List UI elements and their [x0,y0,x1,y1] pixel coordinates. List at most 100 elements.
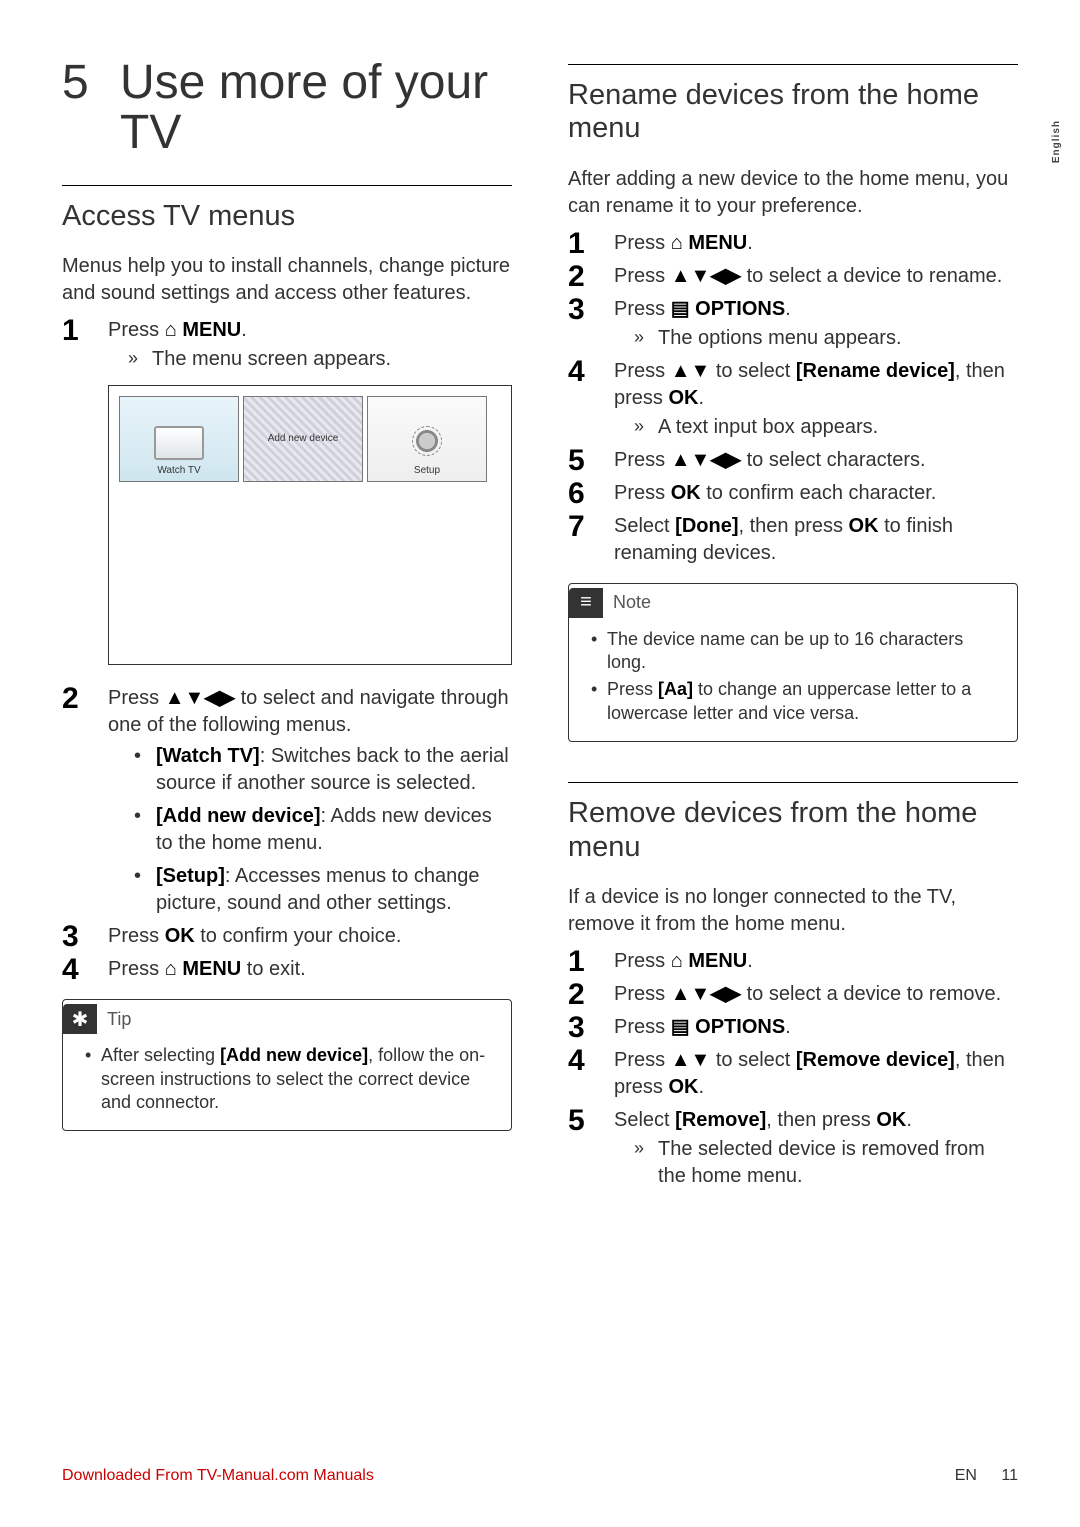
note-item: Press [Aa] to change an uppercase letter… [591,678,1003,725]
intro-text: Menus help you to install channels, chan… [62,253,512,307]
text: Press [108,925,165,947]
step-1: Press ⌂ MENU. » The menu screen appears.… [62,317,512,665]
text: . [747,232,753,254]
language-tab: English [1051,120,1062,163]
note-icon: ≡ [569,588,603,618]
text: Press [614,482,671,504]
home-icon: ⌂ [671,950,683,972]
updown-icons: ▲▼ [671,1049,711,1071]
ok-label: OK [165,925,195,947]
menu-label: MENU [683,232,747,254]
options-icon: ▤ [671,298,690,320]
section-rule [568,782,1018,783]
step-2: Press ▲▼◀▶ to select a device to rename. [568,263,1018,290]
text: Press [108,319,165,341]
result-marker: » [128,346,138,373]
bold-text: [Remove device] [796,1049,955,1071]
nav-icons: ▲▼◀▶ [671,983,741,1005]
text: . [785,298,791,320]
text: to confirm your choice. [195,925,402,947]
text: . [906,1109,912,1131]
text: , then press [738,515,848,537]
step-result: »The selected device is removed from the… [614,1136,1018,1190]
step-result: » The menu screen appears. [108,346,512,373]
remove-steps: Press ⌂ MENU. Press ▲▼◀▶ to select a dev… [568,948,1018,1190]
option-label: [Add new device] [156,805,320,827]
step-4: Press ▲▼ to select [Remove device], then… [568,1047,1018,1101]
nav-icons: ▲▼◀▶ [671,449,741,471]
text: Select [614,1109,675,1131]
bold-text: [Rename device] [796,360,955,382]
text: Press [614,1016,671,1038]
step-result: »A text input box appears. [614,414,1018,441]
home-icon: ⌂ [165,319,177,341]
note-item: The device name can be up to 16 characte… [591,628,1003,675]
chapter-number: 5 [62,58,120,159]
nav-icons: ▲▼◀▶ [671,265,741,287]
section-rule [568,64,1018,65]
section-rule [62,185,512,186]
note-header: ≡ Note [569,584,1017,624]
chapter-title: 5 Use more of your TV [62,58,512,159]
text: Press [614,360,671,382]
text: . [785,1016,791,1038]
tip-body: After selecting [Add new device], follow… [63,1040,511,1130]
ok-label: OK [668,387,698,409]
option-label: [Watch TV] [156,745,260,767]
tip-title: Tip [107,1009,131,1030]
step-3: Press ▤ OPTIONS. [568,1014,1018,1041]
text: to confirm each character. [701,482,937,504]
text: to select a device to remove. [741,983,1001,1005]
ok-label: OK [849,515,879,537]
step-result: »The options menu appears. [614,325,1018,352]
ok-label: OK [668,1076,698,1098]
access-steps: Press ⌂ MENU. » The menu screen appears.… [62,317,512,983]
step-6: Press OK to confirm each character. [568,480,1018,507]
section-remove: Remove devices from the home menu [568,797,1018,864]
text: . [698,387,704,409]
step-4: Press ▲▼ to select [Rename device], then… [568,358,1018,441]
right-column: Rename devices from the home menu After … [568,58,1018,1206]
note-box: ≡ Note The device name can be up to 16 c… [568,583,1018,743]
updown-icons: ▲▼ [671,360,711,382]
result-text: The options menu appears. [658,325,902,352]
lang-code: EN [955,1467,977,1484]
text: After selecting [101,1045,220,1065]
list-item: [Setup]: Accesses menus to change pictur… [128,863,512,917]
menu-label: MENU [177,958,241,980]
step-2: Press ▲▼◀▶ to select a device to remove. [568,981,1018,1008]
tile-add-device: Add new device [243,396,363,482]
tip-box: ✱ Tip After selecting [Add new device], … [62,999,512,1131]
tip-item: After selecting [Add new device], follow… [85,1044,497,1114]
bold-text: [Aa] [658,679,693,699]
menu-options-list: [Watch TV]: Switches back to the aerial … [108,743,512,917]
text: Press [614,449,671,471]
text: . [698,1076,704,1098]
tv-icon [154,426,204,460]
bold-text: [Add new device] [220,1045,368,1065]
tv-menu-screenshot: Watch TV Add new device Setup [108,385,512,665]
home-icon: ⌂ [671,232,683,254]
result-marker: » [634,1136,644,1190]
gear-icon [412,426,442,456]
step-3: Press ▤ OPTIONS. »The options menu appea… [568,296,1018,352]
text: Press [614,983,671,1005]
text: Press [614,298,671,320]
text: Press [108,958,165,980]
list-item: [Watch TV]: Switches back to the aerial … [128,743,512,797]
text: Press [614,232,671,254]
tile-watch-tv: Watch TV [119,396,239,482]
step-1: Press ⌂ MENU. [568,230,1018,257]
option-label: [Setup] [156,865,225,887]
rename-intro: After adding a new device to the home me… [568,166,1018,220]
text: Press [614,265,671,287]
text: . [747,950,753,972]
text: Press [614,1049,671,1071]
bold-text: [Remove] [675,1109,766,1131]
tile-label: Setup [414,464,440,478]
text: to select characters. [741,449,926,471]
result-text: A text input box appears. [658,414,878,441]
text: Press [108,687,165,709]
options-label: OPTIONS [690,1016,786,1038]
options-icon: ▤ [671,1016,690,1038]
